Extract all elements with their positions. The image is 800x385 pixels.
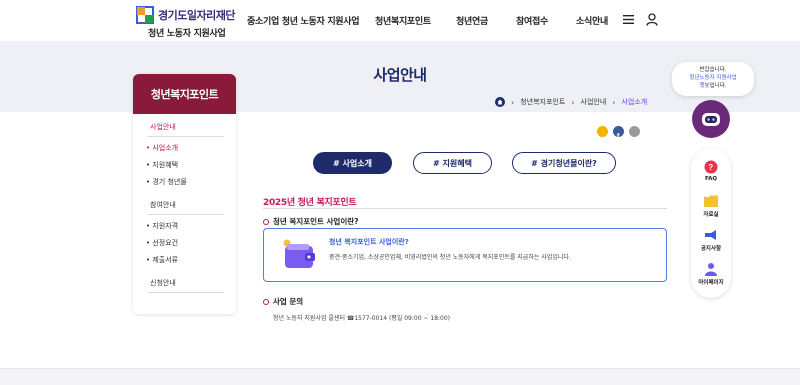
info-box-title: 청년 복지포인트 사업이란? xyxy=(329,238,409,246)
footer xyxy=(0,368,800,385)
side-nav-item-intro[interactable]: • 사업소개 xyxy=(146,143,178,153)
gnb-item-youth-pension[interactable]: 청년연금 xyxy=(456,14,488,27)
hamburger-menu-icon[interactable] xyxy=(623,15,634,24)
bullet-ring-icon xyxy=(263,298,269,305)
quick-menu-faq[interactable]: FAQ xyxy=(691,176,731,182)
gnb-item-news[interactable]: 소식안내 xyxy=(576,14,608,27)
gnb-item-application[interactable]: 참여접수 xyxy=(516,14,548,27)
side-navigation: 청년복지포인트 사업안내 • 사업소개 • 지원혜택 • 경기 청년몰 참여안내… xyxy=(133,74,236,314)
chatbot-speech-bubble: 반갑습니다. 청년노동자 지원사업 챗봇입니다. xyxy=(672,62,754,96)
contact-info: 청년 노동자 지원사업 콜센터 ☎1577-0014 (평일 09:00 ~ 1… xyxy=(273,315,451,322)
home-icon[interactable] xyxy=(495,97,505,107)
side-nav-group-business[interactable]: 사업안내 xyxy=(150,122,176,132)
gnb-item-sme-support[interactable]: 중소기업 청년 노동자 지원사업 xyxy=(247,14,360,27)
question-heading: 청년 복지포인트 사업이란? xyxy=(263,216,358,227)
svg-text:?: ? xyxy=(708,163,713,172)
quick-menu: ? FAQ 자료실 공지사항 마이페이지 xyxy=(691,148,731,298)
wallet-icon xyxy=(283,239,315,268)
logo-subtitle: 청년 노동자 지원사업 xyxy=(148,29,226,39)
faq-icon[interactable]: ? xyxy=(703,160,719,174)
divider xyxy=(147,136,224,137)
site-logo[interactable]: 경기도일자리재단 청년 노동자 지원사업 xyxy=(136,6,236,39)
site-header: 경기도일자리재단 청년 노동자 지원사업 중소기업 청년 노동자 지원사업 청년… xyxy=(0,0,800,42)
divider xyxy=(147,292,224,293)
quick-menu-archive[interactable]: 자료실 xyxy=(691,210,731,218)
bullet-ring-icon xyxy=(263,218,269,225)
side-nav-item-documents[interactable]: • 제출서류 xyxy=(146,255,178,265)
person-icon[interactable] xyxy=(703,262,719,276)
side-nav-group-application[interactable]: 신청안내 xyxy=(150,278,176,288)
link-share-icon[interactable] xyxy=(629,126,640,137)
tab-benefits[interactable]: # 지원혜택 xyxy=(413,152,492,174)
chevron-right-icon: › xyxy=(612,97,616,107)
page-title: 사업안내 xyxy=(373,66,427,84)
side-nav-item-requirements[interactable]: • 선정요건 xyxy=(146,238,178,248)
facebook-share-icon[interactable]: f xyxy=(613,126,624,141)
kakao-share-icon[interactable] xyxy=(597,126,608,137)
side-nav-group-participation[interactable]: 참여안내 xyxy=(150,200,176,210)
side-nav-title: 청년복지포인트 xyxy=(133,74,236,114)
logo-mark-icon xyxy=(136,6,154,24)
user-icon[interactable] xyxy=(646,13,658,26)
side-nav-item-eligibility[interactable]: • 지원자격 xyxy=(146,221,178,231)
robot-icon xyxy=(702,113,720,126)
tab-intro[interactable]: # 사업소개 xyxy=(313,152,392,174)
megaphone-icon[interactable] xyxy=(703,228,719,242)
contact-heading: 사업 문의 xyxy=(263,296,303,307)
info-box-description: 중견·중소기업, 소상공인업체, 비영리법인의 청년 노동자에게 복지포인트를 … xyxy=(329,254,571,261)
divider xyxy=(263,208,667,209)
side-nav-item-benefits[interactable]: • 지원혜택 xyxy=(146,160,178,170)
breadcrumb-item[interactable]: 청년복지포인트 xyxy=(520,97,565,107)
side-nav-item-mall[interactable]: • 경기 청년몰 xyxy=(146,177,187,187)
breadcrumb-item[interactable]: 사업안내 xyxy=(581,97,607,107)
section-title: 2025년 청년 복지포인트 xyxy=(263,198,357,208)
folder-icon[interactable] xyxy=(703,194,719,208)
breadcrumb: › 청년복지포인트 › 사업안내 › 사업소개 xyxy=(495,96,647,108)
chevron-right-icon: › xyxy=(511,97,515,107)
chevron-right-icon: › xyxy=(571,97,575,107)
svg-text:f: f xyxy=(617,132,620,141)
divider xyxy=(147,214,224,215)
breadcrumb-current: 사업소개 xyxy=(621,98,648,106)
chatbot-button[interactable] xyxy=(692,100,730,138)
gnb-item-welfare-point[interactable]: 청년복지포인트 xyxy=(375,14,431,27)
quick-menu-notice[interactable]: 공지사항 xyxy=(691,244,731,252)
quick-menu-mypage[interactable]: 마이페이지 xyxy=(691,278,731,286)
logo-title: 경기도일자리재단 xyxy=(158,9,235,22)
tab-youth-mall[interactable]: # 경기청년몰이란? xyxy=(512,152,616,174)
